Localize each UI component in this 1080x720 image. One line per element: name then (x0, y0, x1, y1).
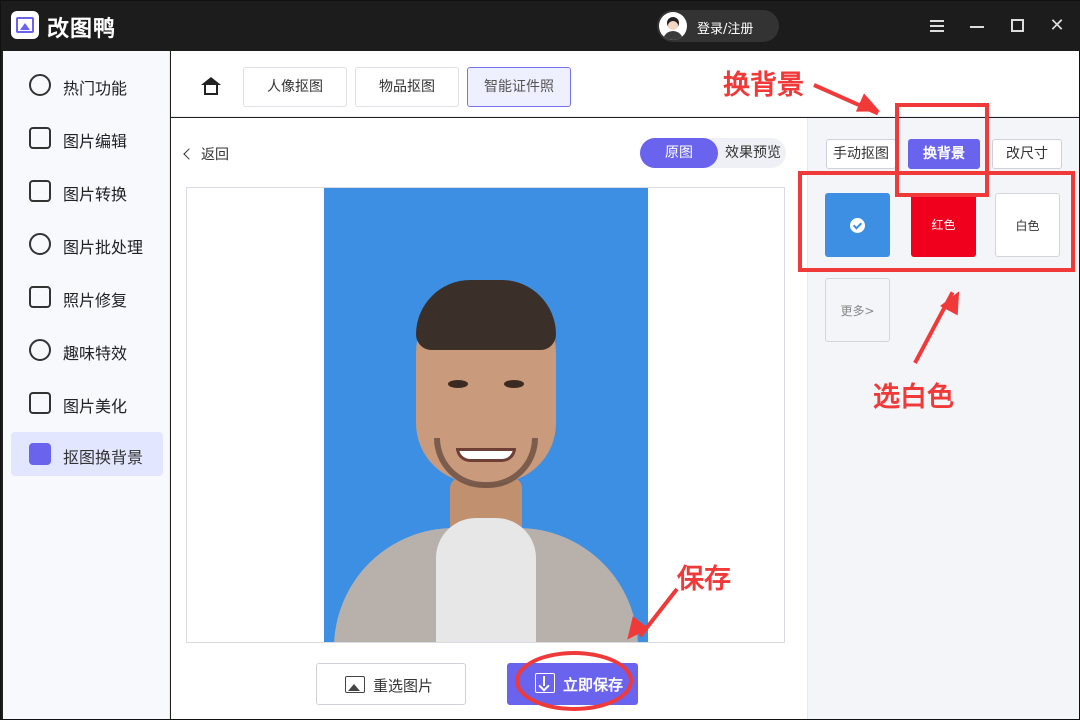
sidebar-item-label: 图片美化 (63, 397, 128, 416)
id-photo (324, 188, 648, 642)
reselect-label: 重选图片 (373, 677, 434, 695)
login-button[interactable]: 登录/注册 (657, 10, 779, 42)
tab-resize[interactable]: 改尺寸 (992, 139, 1062, 169)
sidebar-item-label: 图片转换 (63, 185, 128, 204)
sidebar-item-image-edit[interactable]: 图片编辑 (11, 116, 163, 160)
toggle-original[interactable]: 原图 (640, 138, 718, 168)
repair-icon (29, 286, 51, 308)
tab-id-photo[interactable]: 智能证件照 (467, 67, 571, 107)
sidebar-item-beautify[interactable]: 图片美化 (11, 381, 163, 425)
annotation-box-swatches (798, 171, 1075, 272)
cutout-icon (29, 443, 51, 465)
sidebar-item-cutout[interactable]: 抠图换背景 (11, 432, 163, 476)
annotation-pick-white: 选白色 (873, 382, 954, 413)
app-title: 改图鸭 (47, 17, 117, 42)
close-icon[interactable]: ✕ (1045, 14, 1069, 38)
app-window: 改图鸭 登录/注册 ✕ 热门功能 图片编辑 图片转换 图片批处理 照片修复 趣味… (0, 0, 1080, 720)
annotation-ring-save (515, 651, 633, 711)
more-colors-button[interactable]: 更多> (825, 278, 890, 342)
back-button[interactable]: 返回 (183, 144, 229, 164)
app-logo-icon (11, 11, 39, 39)
maximize-icon[interactable] (1005, 14, 1029, 38)
sidebar-item-convert[interactable]: 图片转换 (11, 169, 163, 213)
chevron-left-icon (183, 148, 195, 160)
sidebar-item-label: 趣味特效 (63, 344, 128, 363)
toggle-preview[interactable]: 效果预览 (720, 138, 786, 168)
reselect-image-button[interactable]: 重选图片 (316, 663, 466, 705)
sidebar-item-label: 图片编辑 (63, 132, 128, 151)
batch-icon (29, 233, 51, 255)
tab-manual-cutout[interactable]: 手动抠图 (826, 139, 896, 169)
sidebar-item-label: 照片修复 (63, 291, 128, 310)
fire-icon (29, 74, 51, 96)
tab-object-cutout[interactable]: 物品抠图 (355, 67, 459, 107)
home-icon[interactable] (201, 77, 221, 95)
view-toggle: 原图 效果预览 (640, 138, 786, 168)
sidebar-item-effects[interactable]: 趣味特效 (11, 328, 163, 372)
convert-icon (29, 180, 51, 202)
sidebar-item-repair[interactable]: 照片修复 (11, 275, 163, 319)
sidebar: 热门功能 图片编辑 图片转换 图片批处理 照片修复 趣味特效 图片美化 抠图换背… (3, 51, 170, 719)
annotation-save: 保存 (677, 564, 731, 595)
image-icon (345, 676, 365, 693)
image-edit-icon (29, 127, 51, 149)
beautify-icon (29, 392, 51, 414)
menu-icon[interactable] (925, 14, 949, 38)
minimize-icon[interactable] (965, 14, 989, 38)
main-area: 返回 原图 效果预览 重选图片 立即保存 (171, 118, 807, 719)
back-label: 返回 (201, 147, 229, 163)
magic-wand-icon (29, 339, 51, 361)
login-label: 登录/注册 (697, 22, 754, 37)
title-bar: 改图鸭 登录/注册 ✕ (1, 1, 1080, 51)
tab-portrait-cutout[interactable]: 人像抠图 (243, 67, 347, 107)
avatar (659, 12, 687, 40)
sidebar-item-label: 抠图换背景 (63, 448, 144, 467)
sidebar-item-hot[interactable]: 热门功能 (11, 63, 163, 107)
annotation-change-bg: 换背景 (723, 70, 804, 101)
sidebar-item-label: 图片批处理 (63, 238, 144, 257)
sidebar-item-batch[interactable]: 图片批处理 (11, 222, 163, 266)
sidebar-item-label: 热门功能 (63, 79, 128, 98)
